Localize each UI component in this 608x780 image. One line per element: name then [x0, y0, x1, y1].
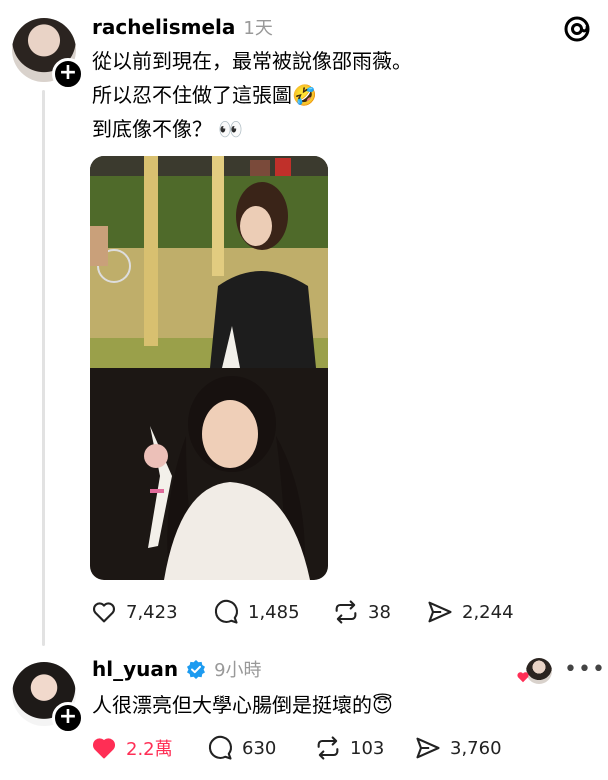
more-icon[interactable]: •••: [564, 659, 606, 681]
post-text-line: 到底像不像？ 👀: [92, 117, 244, 141]
post-like-count: 7,423: [126, 601, 178, 623]
repost-icon: [317, 736, 339, 760]
repost-icon: [335, 600, 357, 624]
reply-time: 9小時: [214, 660, 262, 681]
reply-comment-count: 630: [242, 737, 277, 759]
follow-plus-icon[interactable]: +: [52, 58, 84, 90]
heart-filled-icon: [92, 738, 116, 759]
post-share-button[interactable]: 2,244: [426, 598, 514, 626]
reply-like-count: 2.2萬: [126, 739, 173, 760]
reply-text: 人很漂亮但大學心腸倒是挺壞的😇: [92, 693, 393, 717]
reply-repost-button[interactable]: 103: [314, 734, 384, 762]
reply-follow-plus-icon[interactable]: +: [52, 702, 84, 734]
share-icon: [416, 737, 440, 759]
comment-icon: [208, 735, 232, 760]
reply-header: hl_yuan 9小時: [92, 656, 262, 682]
reply-username[interactable]: hl_yuan: [92, 657, 178, 681]
post-share-count: 2,244: [462, 601, 514, 623]
post-image[interactable]: [90, 156, 328, 580]
reply-comment-button[interactable]: 630: [206, 734, 276, 762]
verified-icon: [187, 660, 206, 679]
comment-icon: [214, 599, 238, 624]
post-text-line: 從以前到現在，最常被說像邵雨薇。: [92, 49, 412, 73]
reply-share-count: 3,760: [450, 737, 502, 759]
thread-line: [42, 90, 45, 646]
heart-icon: [517, 672, 529, 683]
post-header: rachelismela 1天: [92, 14, 273, 40]
threads-logo-icon[interactable]: [562, 14, 592, 44]
post-text-line: 所以忍不住做了這張圖🤣: [92, 83, 317, 107]
post-repost-count: 38: [368, 601, 391, 623]
post-text: 從以前到現在，最常被說像邵雨薇。 所以忍不住做了這張圖🤣 到底像不像？ 👀: [92, 44, 572, 146]
post-repost-button[interactable]: 38: [332, 598, 391, 626]
photo-collage: [90, 156, 328, 580]
post-username[interactable]: rachelismela: [92, 15, 235, 39]
heart-icon: [92, 602, 116, 623]
reply-share-button[interactable]: 3,760: [414, 734, 502, 762]
liked-by-author-indicator: [514, 658, 554, 684]
reply-repost-count: 103: [350, 737, 385, 759]
post-comment-count: 1,485: [248, 601, 300, 623]
post-time: 1天: [243, 18, 273, 39]
post-like-button[interactable]: 7,423: [90, 598, 178, 626]
post-comment-button[interactable]: 1,485: [212, 598, 300, 626]
reply-like-button[interactable]: 2.2萬: [90, 734, 173, 762]
share-icon: [428, 601, 452, 623]
